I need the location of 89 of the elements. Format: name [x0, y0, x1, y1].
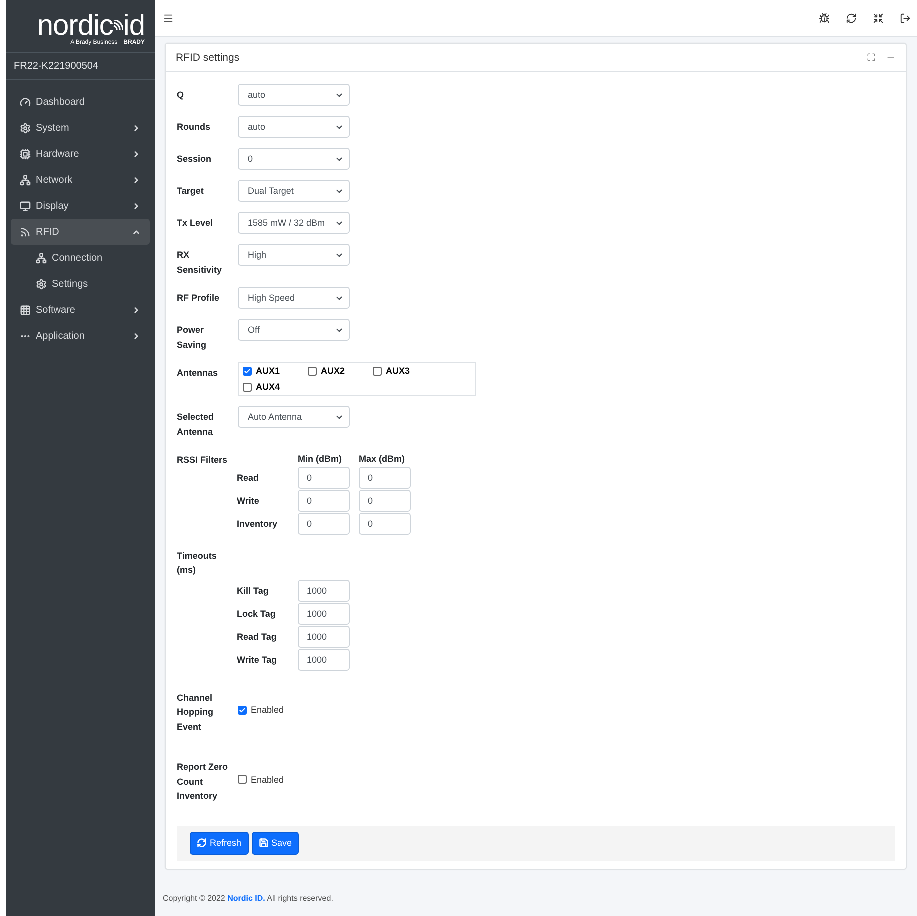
checkbox-label: Enabled [251, 705, 284, 716]
sidebar-item[interactable]: Dashboard [11, 89, 150, 115]
input-field[interactable]: 1000 [298, 602, 350, 624]
column-header: Max (dBm) [359, 454, 406, 464]
action-button[interactable]: Refresh [190, 832, 249, 854]
checkbox-label: AUX4 [256, 382, 280, 392]
sidebar-item[interactable]: Network [11, 167, 150, 193]
select-field[interactable]: High Speed [238, 287, 350, 309]
field-label: RX Sensitivity [177, 249, 224, 277]
chip-icon [20, 148, 31, 160]
refresh-icon [197, 838, 207, 848]
checkbox-label: Enabled [251, 774, 284, 785]
field-label: Timeouts (ms) [177, 550, 218, 577]
field-label: Rounds [177, 121, 212, 134]
checkbox-label: AUX3 [386, 366, 410, 376]
select-field[interactable]: Dual Target [238, 180, 350, 202]
field-label: Report Zero Count Inventory [177, 761, 230, 803]
gear-icon [36, 278, 47, 290]
signal-logo-icon [113, 20, 124, 32]
copyright-text: Copyright © 2022 Nordic ID. All rights reserved. [162, 892, 334, 902]
sidebar-item[interactable]: RFID [11, 219, 150, 245]
logo-text: nordic [37, 12, 114, 40]
checkbox[interactable] [238, 775, 247, 784]
gear-icon [20, 122, 31, 134]
field-label: Power Saving [177, 324, 208, 352]
shrink-icon[interactable] [873, 12, 884, 24]
signal-icon [20, 226, 31, 238]
save-icon [258, 838, 269, 848]
checkbox-label: AUX1 [256, 366, 280, 376]
select-field[interactable]: 0 [238, 148, 350, 170]
maximize-icon[interactable] [867, 53, 876, 62]
input-field[interactable]: 0 [359, 490, 411, 512]
input-field[interactable]: 1000 [298, 648, 350, 670]
monitor-icon [20, 200, 31, 212]
checkbox[interactable] [243, 382, 252, 392]
select-field[interactable]: Auto Antenna [238, 406, 350, 428]
action-button[interactable]: Save [252, 832, 300, 854]
field-label: Session [177, 153, 213, 166]
row-label: Read Tag [237, 632, 278, 642]
input-field[interactable]: 0 [298, 512, 350, 534]
row-label: Read [237, 472, 260, 482]
network-icon [36, 252, 47, 264]
row-label: Inventory [237, 518, 279, 528]
select-field[interactable]: auto [238, 116, 350, 138]
sidebar-subitem[interactable]: Settings [11, 271, 150, 297]
input-field[interactable]: 1000 [298, 626, 350, 648]
select-field[interactable]: High [238, 244, 350, 266]
row-label: Kill Tag [237, 586, 270, 596]
logout-icon[interactable] [900, 12, 911, 24]
checkbox[interactable] [243, 366, 252, 376]
sidebar-item[interactable]: System [11, 115, 150, 141]
network-icon [20, 174, 31, 186]
field-label: Q [177, 89, 186, 102]
row-label: Write [237, 496, 260, 506]
sidebar-item[interactable]: Hardware [11, 141, 150, 167]
row-label: Write Tag [237, 654, 278, 664]
field-label: RSSI Filters [177, 454, 229, 467]
sidebar-item[interactable]: Software [11, 297, 150, 323]
column-header: Min (dBm) [298, 454, 343, 464]
menu-icon[interactable] [163, 12, 174, 24]
select-field[interactable]: Off [238, 319, 350, 341]
row-label: Lock Tag [237, 608, 277, 618]
field-label: RF Profile [177, 292, 221, 305]
select-field[interactable]: 1585 mW / 32 dBm [238, 212, 350, 234]
checkbox[interactable] [238, 706, 247, 715]
checkbox-label: AUX2 [321, 366, 346, 376]
input-field[interactable]: 0 [298, 466, 350, 488]
input-field[interactable]: 0 [359, 466, 411, 488]
field-label: Tx Level [177, 217, 214, 230]
select-field[interactable]: auto [238, 84, 350, 106]
gauge-icon [20, 96, 31, 108]
field-label: Selected Antenna [177, 411, 216, 438]
input-field[interactable]: 0 [359, 512, 411, 534]
sidebar-item[interactable]: Application [11, 323, 150, 349]
company-link[interactable]: Nordic ID. [228, 894, 266, 902]
field-label: Target [177, 185, 205, 198]
field-label: Antennas [177, 367, 220, 380]
input-field[interactable]: 0 [298, 490, 350, 512]
field-label: Channel Hopping Event [177, 692, 214, 734]
refresh-icon[interactable] [846, 12, 857, 24]
checkbox[interactable] [308, 366, 317, 376]
sidebar-item[interactable]: Display [11, 193, 150, 219]
logo-text: id [123, 12, 145, 40]
grid-icon [20, 304, 31, 316]
card-title: RFID settings [176, 52, 241, 64]
checkbox[interactable] [373, 366, 382, 376]
input-field[interactable]: 1000 [298, 580, 350, 602]
bug-icon[interactable] [819, 12, 830, 24]
sidebar-subitem[interactable]: Connection [11, 245, 150, 271]
